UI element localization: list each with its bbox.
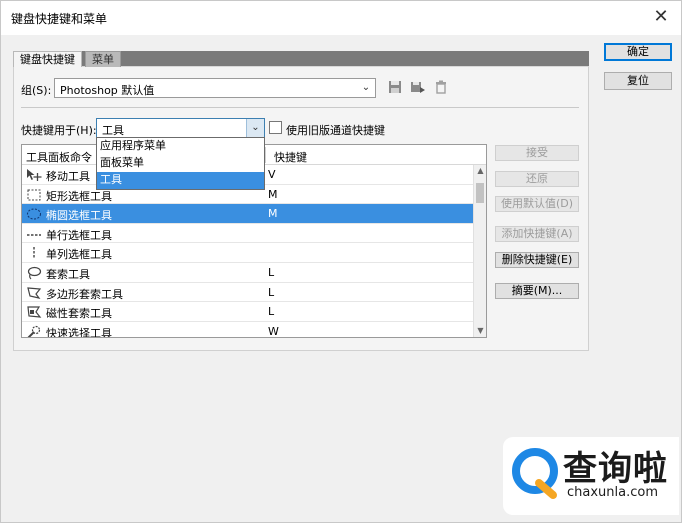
column-header-shortcut[interactable]: 快捷键 <box>274 149 307 165</box>
add-shortcut-button[interactable]: 添加快捷键(A) <box>495 226 579 242</box>
tab-strip: 键盘快捷键 菜单 <box>13 51 589 67</box>
chevron-down-icon: ⌄ <box>246 119 264 137</box>
quick-select-icon <box>26 325 42 337</box>
group-select-value: Photoshop 默认值 <box>60 84 155 97</box>
watermark-text: 查询啦 <box>563 449 668 489</box>
row-shortcut: W <box>268 324 279 338</box>
table-row[interactable]: 磁性套索工具 L <box>22 302 474 322</box>
legacy-channel-label: 使用旧版通道快捷键 <box>286 124 385 137</box>
column-separator <box>265 147 266 163</box>
shortcuts-for-dropdown: 应用程序菜单 面板菜单 工具 <box>96 137 265 190</box>
row-shortcut: L <box>268 305 275 319</box>
trash-icon[interactable] <box>433 79 449 95</box>
undo-button[interactable]: 还原 <box>495 171 579 187</box>
single-row-marquee-icon <box>26 227 42 241</box>
ellipse-marquee-icon <box>26 207 42 221</box>
dropdown-option-tools[interactable]: 工具 <box>97 172 264 189</box>
table-row[interactable]: 单列选框工具 <box>22 243 474 263</box>
magnifier-logo-icon <box>507 443 567 503</box>
row-name: 移动工具 <box>46 170 90 183</box>
table-row[interactable]: 单行选框工具 <box>22 224 474 244</box>
title-bar: 键盘快捷键和菜单 ✕ <box>1 1 681 35</box>
save-set-icon[interactable] <box>387 79 403 95</box>
shortcuts-for-select[interactable]: 工具 ⌄ <box>96 118 265 138</box>
legacy-channel-checkbox[interactable] <box>269 121 282 134</box>
scroll-up-icon[interactable]: ▲ <box>474 165 486 177</box>
shortcuts-for-label: 快捷键用于(H): <box>21 124 97 137</box>
table-row[interactable]: 快速选择工具 W <box>22 322 474 338</box>
single-column-marquee-icon <box>26 246 42 260</box>
delete-shortcut-button[interactable]: 删除快捷键(E) <box>495 252 579 268</box>
tab-menus[interactable]: 菜单 <box>85 51 121 67</box>
summarize-button[interactable]: 摘要(M)... <box>495 283 579 299</box>
rect-marquee-icon <box>26 188 42 202</box>
table-row[interactable]: 套索工具 L <box>22 263 474 283</box>
row-name: 套索工具 <box>46 268 90 281</box>
watermark: 查询啦 chaxunla.com <box>503 437 679 515</box>
lasso-icon <box>26 266 42 280</box>
row-shortcut: L <box>268 266 275 279</box>
group-label: 组(S): <box>21 84 52 97</box>
row-name: 多边形套索工具 <box>46 287 123 301</box>
group-select[interactable]: Photoshop 默认值 ⌄ <box>54 78 376 98</box>
table-row[interactable]: 多边形套索工具 L <box>22 283 474 303</box>
scroll-down-icon[interactable]: ▼ <box>474 325 486 337</box>
move-tool-icon <box>26 168 42 182</box>
dialog-title: 键盘快捷键和菜单 <box>11 12 108 26</box>
scroll-thumb[interactable] <box>476 183 484 203</box>
table-row[interactable]: 椭圆选框工具 M <box>22 204 474 224</box>
table-scrollbar[interactable]: ▲ ▼ <box>473 165 486 337</box>
row-shortcut: M <box>268 187 278 201</box>
tab-keyboard-shortcuts[interactable]: 键盘快捷键 <box>13 51 82 67</box>
shortcuts-for-value: 工具 <box>102 124 124 137</box>
ok-button[interactable]: 确定 <box>604 43 672 61</box>
dropdown-option-app-menus[interactable]: 应用程序菜单 <box>97 138 264 155</box>
dropdown-option-panel-menus[interactable]: 面板菜单 <box>97 155 264 172</box>
polygon-lasso-icon <box>26 286 42 300</box>
close-icon[interactable]: ✕ <box>647 5 675 29</box>
save-as-set-icon[interactable] <box>410 79 426 95</box>
keyboard-shortcuts-dialog: 键盘快捷键和菜单 ✕ 键盘快捷键 菜单 组(S): Photoshop 默认值 … <box>0 0 682 523</box>
row-name: 单行选框工具 <box>46 228 112 242</box>
row-name: 单列选框工具 <box>46 248 112 262</box>
row-shortcut: M <box>268 207 278 221</box>
reset-button[interactable]: 复位 <box>604 72 672 90</box>
watermark-url: chaxunla.com <box>567 485 658 500</box>
row-name: 磁性套索工具 <box>46 307 112 321</box>
section-divider <box>21 107 579 108</box>
column-header-command[interactable]: 工具面板命令 <box>26 149 92 165</box>
use-default-button[interactable]: 使用默认值(D) <box>495 196 579 212</box>
accept-button[interactable]: 接受 <box>495 145 579 161</box>
row-name: 快速选择工具 <box>46 326 112 338</box>
row-shortcut: L <box>268 285 275 299</box>
row-shortcut: V <box>268 168 276 181</box>
magnetic-lasso-icon <box>26 305 42 319</box>
chevron-down-icon: ⌄ <box>361 82 371 93</box>
row-name: 椭圆选框工具 <box>46 209 112 223</box>
